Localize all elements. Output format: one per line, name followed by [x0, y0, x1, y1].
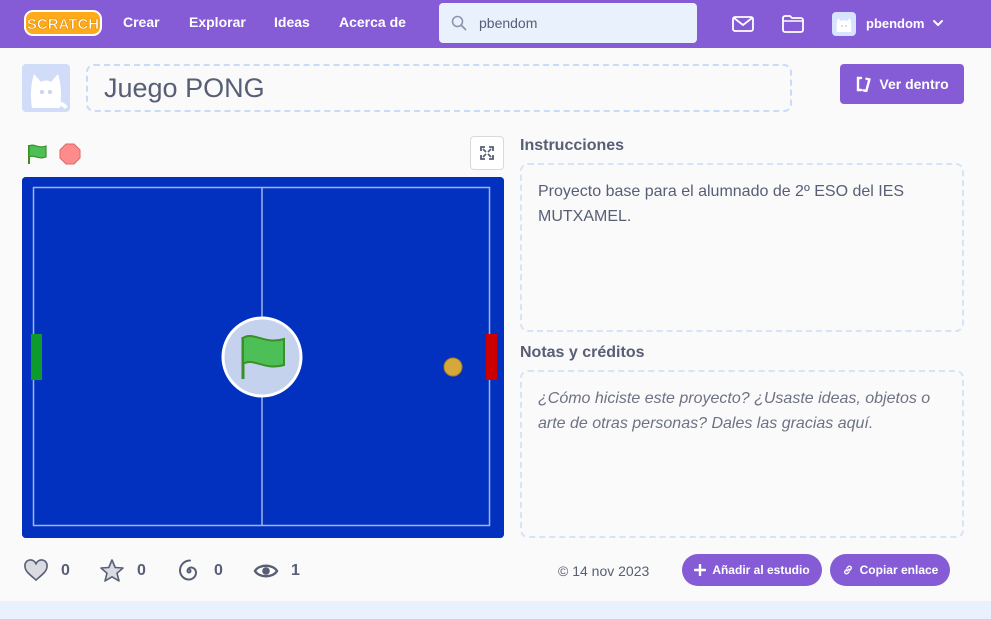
- favorite-stat[interactable]: 0: [99, 558, 146, 584]
- remix-spiral-icon: [178, 559, 198, 581]
- chevron-down-icon[interactable]: [932, 17, 944, 29]
- top-nav: SCRATCH Crear Explorar Ideas Acerca de p…: [0, 0, 991, 48]
- nav-link-crear[interactable]: Crear: [123, 14, 160, 30]
- see-inside-button[interactable]: Ver dentro: [840, 64, 964, 104]
- heart-icon: [24, 559, 48, 582]
- stop-icon[interactable]: [59, 143, 81, 165]
- fullscreen-icon: [480, 146, 494, 160]
- star-icon: [100, 559, 124, 582]
- left-paddle: [31, 334, 42, 380]
- favorite-count: 0: [137, 562, 146, 579]
- right-paddle: [486, 334, 497, 380]
- avatar[interactable]: [832, 12, 856, 36]
- cat-avatar-icon: [836, 18, 852, 32]
- pong-game-canvas: [22, 177, 504, 538]
- project-title-input[interactable]: [86, 64, 792, 112]
- love-count: 0: [61, 562, 70, 579]
- add-to-studio-label: Añadir al estudio: [712, 563, 810, 577]
- username[interactable]: pbendom: [866, 16, 925, 31]
- scratch-logo[interactable]: SCRATCH: [24, 9, 102, 37]
- notes-heading: Notas y créditos: [520, 344, 645, 361]
- footer-band: [0, 601, 991, 619]
- copy-link-label: Copiar enlace: [859, 563, 939, 577]
- see-inside-label: Ver dentro: [879, 76, 949, 92]
- nav-link-explorar[interactable]: Explorar: [189, 14, 246, 30]
- remix-count: 0: [214, 562, 223, 579]
- notes-textarea[interactable]: ¿Cómo hiciste este proyecto? ¿Usaste ide…: [520, 370, 964, 538]
- remix-icon: [857, 76, 872, 92]
- nav-link-acerca-de[interactable]: Acerca de: [339, 14, 406, 30]
- search-box: [439, 3, 697, 43]
- share-date: © 14 nov 2023: [558, 563, 650, 579]
- project-stage[interactable]: [22, 177, 504, 538]
- views-count: 1: [291, 562, 300, 579]
- views-stat: 1: [253, 558, 300, 584]
- cat-avatar-icon: [30, 74, 68, 110]
- logo-text: SCRATCH: [27, 16, 99, 33]
- fullscreen-button[interactable]: [470, 136, 504, 170]
- link-icon: [843, 565, 852, 575]
- love-stat[interactable]: 0: [23, 558, 70, 584]
- eye-icon: [253, 564, 279, 578]
- start-overlay-green-flag-icon[interactable]: [221, 316, 303, 398]
- green-flag-icon[interactable]: [26, 143, 50, 165]
- search-input[interactable]: [479, 11, 679, 35]
- instructions-heading: Instrucciones: [520, 137, 625, 154]
- instructions-textarea[interactable]: Proyecto base para el alumnado de 2º ESO…: [520, 163, 964, 332]
- plus-icon: [694, 564, 707, 576]
- my-stuff-icon[interactable]: [781, 12, 805, 36]
- project-author-avatar[interactable]: [22, 64, 70, 112]
- messages-icon[interactable]: [731, 12, 755, 36]
- search-icon: [451, 15, 467, 31]
- copy-link-button[interactable]: Copiar enlace: [830, 554, 950, 586]
- nav-link-ideas[interactable]: Ideas: [274, 14, 310, 30]
- add-to-studio-button[interactable]: Añadir al estudio: [682, 554, 822, 586]
- remix-stat: 0: [176, 558, 223, 584]
